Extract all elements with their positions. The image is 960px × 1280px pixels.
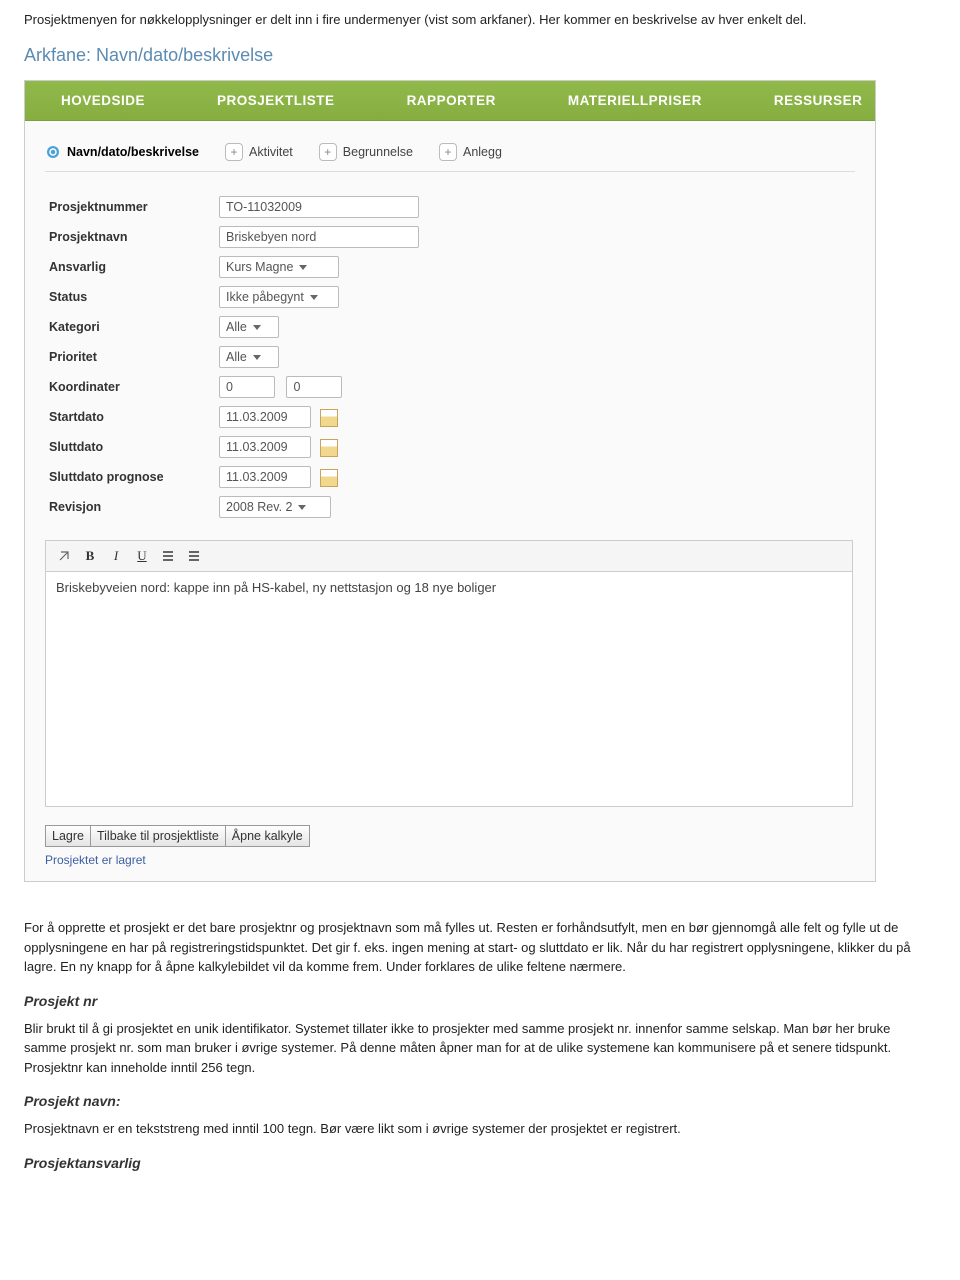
explain-paragraph: For å opprette et prosjekt er det bare p… <box>24 918 936 977</box>
nav-ressurser[interactable]: RESSURSER <box>738 81 899 120</box>
list-icon <box>189 551 199 561</box>
prosjektnummer-input[interactable] <box>219 196 419 218</box>
paragraph-prosjektnr: Blir brukt til å gi prosjektet en unik i… <box>24 1019 936 1078</box>
sluttprognose-input[interactable] <box>219 466 311 488</box>
tab-navn-dato-beskrivelse[interactable]: Navn/dato/beskrivelse <box>45 144 199 160</box>
section-heading: Arkfane: Navn/dato/beskrivelse <box>24 45 936 66</box>
tab-label: Navn/dato/beskrivelse <box>67 145 199 159</box>
prioritet-select[interactable]: Alle <box>219 346 279 368</box>
prosjektnavn-input[interactable] <box>219 226 419 248</box>
tab-label: Begrunnelse <box>343 145 413 159</box>
underline-button[interactable]: U <box>130 545 154 567</box>
list-icon <box>163 551 173 561</box>
status-value: Ikke påbegynt <box>226 290 310 304</box>
plus-icon: + <box>319 143 337 161</box>
lagre-button[interactable]: Lagre <box>45 825 91 847</box>
ansvarlig-label: Ansvarlig <box>45 252 215 282</box>
status-label: Status <box>45 282 215 312</box>
prosjektnummer-label: Prosjektnummer <box>45 192 215 222</box>
refresh-icon <box>45 144 61 160</box>
kategori-value: Alle <box>226 320 253 334</box>
nav-rapporter[interactable]: RAPPORTER <box>371 81 532 120</box>
koord-y-input[interactable] <box>286 376 342 398</box>
app-screenshot: HOVEDSIDE PROSJEKTLISTE RAPPORTER MATERI… <box>24 80 876 882</box>
paragraph-prosjektnavn: Prosjektnavn er en tekststreng med innti… <box>24 1119 936 1139</box>
revisjon-label: Revisjon <box>45 492 215 522</box>
heading-prosjektnavn: Prosjekt navn: <box>24 1093 936 1109</box>
plus-icon: + <box>439 143 457 161</box>
tabs-row: Navn/dato/beskrivelse + Aktivitet + Begr… <box>45 143 855 172</box>
description-editor[interactable]: Briskebyveien nord: kappe inn på HS-kabe… <box>45 571 853 807</box>
sluttdato-label: Sluttdato <box>45 432 215 462</box>
prioritet-value: Alle <box>226 350 253 364</box>
heading-prosjektansvarlig: Prosjektansvarlig <box>24 1155 936 1171</box>
italic-button[interactable]: I <box>104 545 128 567</box>
toolbar-expand-icon[interactable] <box>52 545 76 567</box>
main-nav: HOVEDSIDE PROSJEKTLISTE RAPPORTER MATERI… <box>25 81 875 121</box>
heading-prosjektnr: Prosjekt nr <box>24 993 936 1009</box>
chevron-down-icon <box>298 505 306 510</box>
tab-aktivitet[interactable]: + Aktivitet <box>225 143 293 161</box>
apne-kalkyle-button[interactable]: Åpne kalkyle <box>225 825 310 847</box>
bold-button[interactable]: B <box>78 545 102 567</box>
tab-anlegg[interactable]: + Anlegg <box>439 143 502 161</box>
status-select[interactable]: Ikke påbegynt <box>219 286 339 308</box>
richtext-toolbar: B I U <box>45 540 853 571</box>
nav-prosjektliste[interactable]: PROSJEKTLISTE <box>181 81 371 120</box>
tab-label: Anlegg <box>463 145 502 159</box>
sluttdato-input[interactable] <box>219 436 311 458</box>
chevron-down-icon <box>253 325 261 330</box>
prosjektnavn-label: Prosjektnavn <box>45 222 215 252</box>
kategori-label: Kategori <box>45 312 215 342</box>
sluttprognose-label: Sluttdato prognose <box>45 462 215 492</box>
button-row: Lagre Tilbake til prosjektliste Åpne kal… <box>45 825 855 847</box>
chevron-down-icon <box>299 265 307 270</box>
calendar-icon[interactable] <box>320 439 338 457</box>
plus-icon: + <box>225 143 243 161</box>
tab-label: Aktivitet <box>249 145 293 159</box>
intro-paragraph: Prosjektmenyen for nøkkelopplysninger er… <box>24 12 936 27</box>
kategori-select[interactable]: Alle <box>219 316 279 338</box>
form-table: Prosjektnummer Prosjektnavn Ansvarlig Ku… <box>45 192 423 522</box>
ansvarlig-value: Kurs Magne <box>226 260 299 274</box>
nav-materiellpriser[interactable]: MATERIELLPRISER <box>532 81 738 120</box>
koord-x-input[interactable] <box>219 376 275 398</box>
calendar-icon[interactable] <box>320 469 338 487</box>
chevron-down-icon <box>310 295 318 300</box>
startdato-label: Startdato <box>45 402 215 432</box>
chevron-down-icon <box>253 355 261 360</box>
prioritet-label: Prioritet <box>45 342 215 372</box>
ordered-list-button[interactable] <box>156 545 180 567</box>
nav-hovedside[interactable]: HOVEDSIDE <box>25 81 181 120</box>
ansvarlig-select[interactable]: Kurs Magne <box>219 256 339 278</box>
status-message: Prosjektet er lagret <box>45 851 855 871</box>
revisjon-value: 2008 Rev. 2 <box>226 500 298 514</box>
calendar-icon[interactable] <box>320 409 338 427</box>
tab-begrunnelse[interactable]: + Begrunnelse <box>319 143 413 161</box>
tilbake-button[interactable]: Tilbake til prosjektliste <box>90 825 226 847</box>
startdato-input[interactable] <box>219 406 311 428</box>
koordinater-label: Koordinater <box>45 372 215 402</box>
content-area: Navn/dato/beskrivelse + Aktivitet + Begr… <box>25 121 875 881</box>
revisjon-select[interactable]: 2008 Rev. 2 <box>219 496 331 518</box>
unordered-list-button[interactable] <box>182 545 206 567</box>
